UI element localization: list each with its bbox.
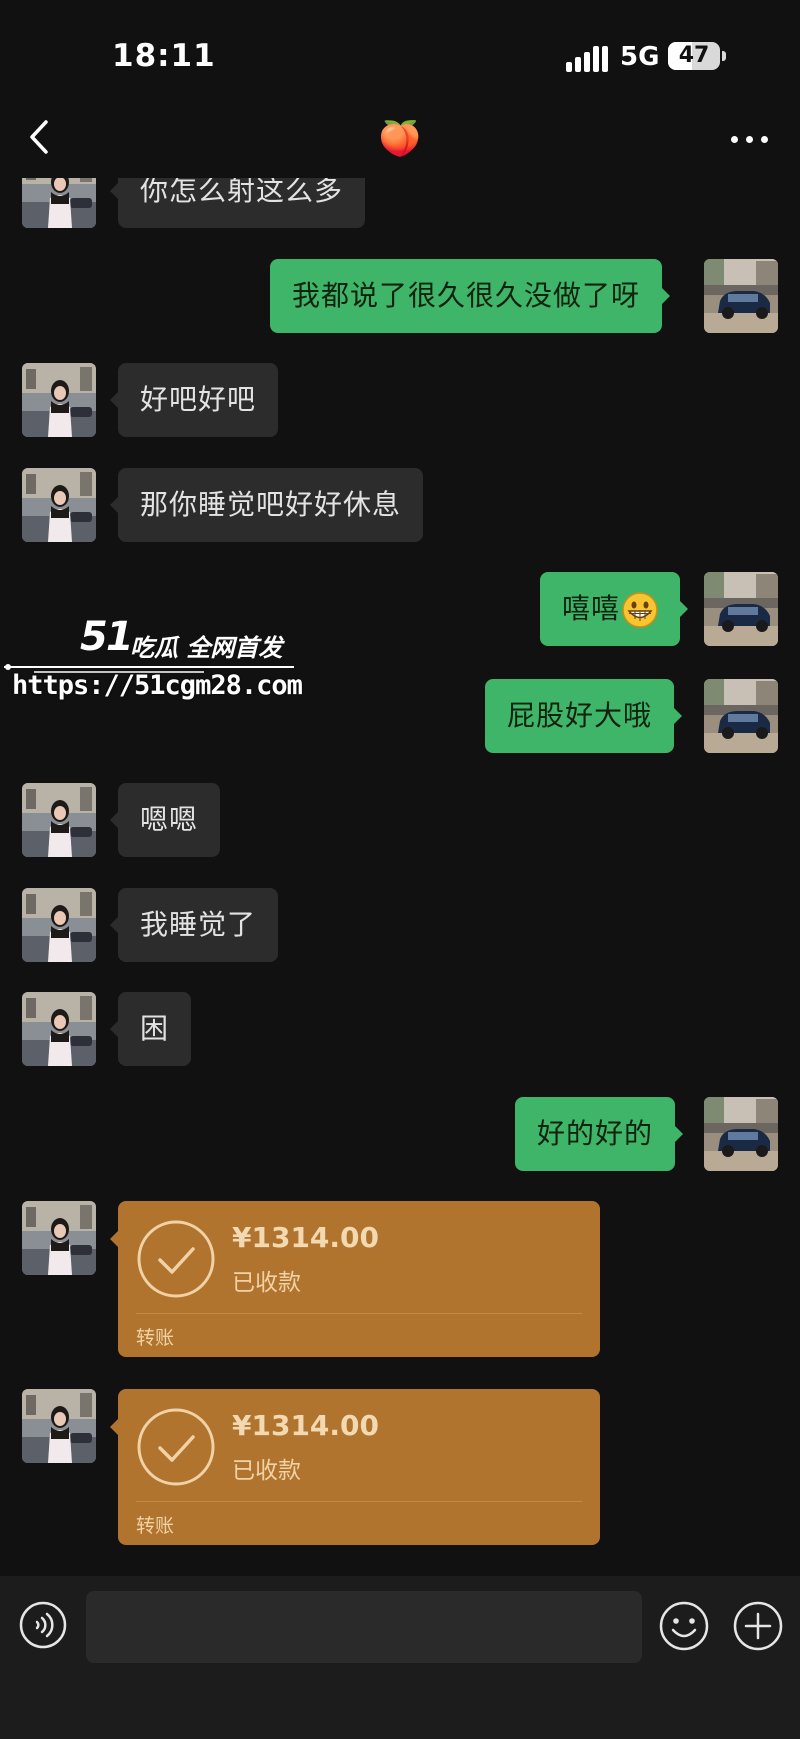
input-bar xyxy=(0,1576,800,1739)
contact-avatar[interactable] xyxy=(22,1201,96,1275)
status-time: 18:11 xyxy=(112,38,216,74)
message-bubble-incoming[interactable]: 你怎么射这么多 xyxy=(109,178,366,228)
self-avatar-image xyxy=(704,259,778,333)
chat-area[interactable]: 你怎么射这么多 我都说了很久很久没做了呀 好吧好吧 那你睡觉吧好好休息 嘻嘻 屁… xyxy=(0,178,800,1576)
message-bubble-outgoing[interactable]: 屁股好大哦 xyxy=(485,679,683,753)
battery-icon: 47 xyxy=(668,42,720,70)
voice-icon xyxy=(19,1601,67,1649)
message-input[interactable] xyxy=(86,1591,642,1663)
transfer-divider xyxy=(136,1501,582,1502)
contact-avatar-image xyxy=(22,783,96,857)
more-dots-icon xyxy=(731,136,738,143)
emoji-button[interactable] xyxy=(658,1600,710,1652)
emoji-icon xyxy=(659,1601,709,1651)
contact-avatar-image xyxy=(22,1201,96,1275)
self-avatar[interactable] xyxy=(704,1097,778,1171)
contact-avatar-image xyxy=(22,1389,96,1463)
watermark-logo: 51 xyxy=(80,614,134,660)
transfer-status: 已收款 xyxy=(232,1458,301,1484)
contact-avatar-image xyxy=(22,888,96,962)
grinning-face-icon xyxy=(622,592,658,628)
watermark: 51 吃瓜 全网首发 https://51cgm28.com xyxy=(0,608,310,718)
contact-avatar-image xyxy=(22,468,96,542)
message-bubble-incoming[interactable]: 我睡觉了 xyxy=(109,888,279,962)
message-bubble-incoming[interactable]: 嗯嗯 xyxy=(109,783,221,857)
contact-avatar-image xyxy=(22,178,96,228)
message-bubble-incoming[interactable]: 困 xyxy=(109,992,192,1066)
contact-avatar[interactable] xyxy=(22,888,96,962)
plus-icon xyxy=(733,1601,783,1651)
contact-avatar-image xyxy=(22,992,96,1066)
self-avatar[interactable] xyxy=(704,679,778,753)
transfer-status: 已收款 xyxy=(232,1270,301,1296)
network-type: 5G xyxy=(620,42,660,72)
battery-level: 47 xyxy=(678,43,710,68)
message-bubble-outgoing[interactable]: 嘻嘻 xyxy=(540,572,689,646)
more-button[interactable] xyxy=(725,118,775,158)
check-circle-icon xyxy=(137,1220,215,1298)
status-bar: 18:11 5G 47 xyxy=(0,0,800,100)
chat-title: 🍑 xyxy=(378,119,422,159)
transfer-label: 转账 xyxy=(136,1327,175,1349)
battery-tip xyxy=(722,51,726,61)
contact-avatar[interactable] xyxy=(22,992,96,1066)
self-avatar-image xyxy=(704,679,778,753)
voice-button[interactable] xyxy=(18,1600,68,1650)
contact-avatar-image xyxy=(22,363,96,437)
message-bubble-outgoing[interactable]: 我都说了很久很久没做了呀 xyxy=(270,259,671,333)
transfer-divider xyxy=(136,1313,582,1314)
message-bubble-outgoing[interactable]: 好的好的 xyxy=(515,1097,684,1171)
self-avatar-image xyxy=(704,572,778,646)
contact-avatar[interactable] xyxy=(22,178,96,228)
contact-avatar[interactable] xyxy=(22,1389,96,1463)
self-avatar[interactable] xyxy=(704,259,778,333)
signal-icon xyxy=(566,46,608,72)
contact-avatar[interactable] xyxy=(22,363,96,437)
message-bubble-incoming[interactable]: 好吧好吧 xyxy=(109,363,279,437)
transfer-label: 转账 xyxy=(136,1515,175,1537)
transfer-card[interactable]: ¥1314.00 已收款 转账 xyxy=(110,1389,600,1545)
back-button[interactable] xyxy=(22,112,62,162)
more-functions-button[interactable] xyxy=(732,1600,784,1652)
self-avatar[interactable] xyxy=(704,572,778,646)
chat-header: 🍑 xyxy=(0,100,800,178)
chevron-left-icon xyxy=(30,120,48,154)
watermark-url: https://51cgm28.com xyxy=(12,670,303,701)
watermark-slogan: 吃瓜 全网首发 xyxy=(130,634,283,662)
contact-avatar[interactable] xyxy=(22,783,96,857)
transfer-card[interactable]: ¥1314.00 已收款 转账 xyxy=(110,1201,600,1357)
message-bubble-incoming[interactable]: 那你睡觉吧好好休息 xyxy=(109,468,424,542)
check-circle-icon xyxy=(137,1408,215,1486)
transfer-amount: ¥1314.00 xyxy=(232,1221,380,1254)
self-avatar-image xyxy=(704,1097,778,1171)
transfer-amount: ¥1314.00 xyxy=(232,1409,380,1442)
contact-avatar[interactable] xyxy=(22,468,96,542)
message-text: 嘻嘻 xyxy=(562,592,621,625)
